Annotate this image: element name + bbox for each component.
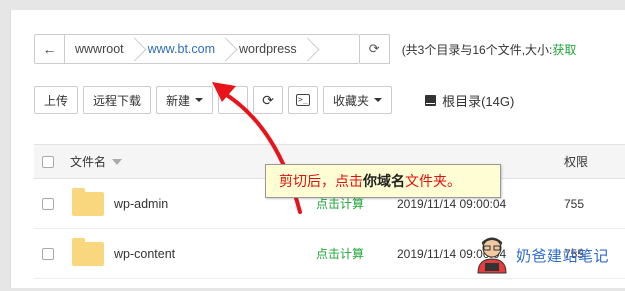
stats-text: (共3个目录与16个文件,大小: bbox=[401, 42, 553, 57]
column-permission[interactable]: 权限 bbox=[564, 153, 588, 170]
permission[interactable]: 755 bbox=[564, 197, 584, 211]
new-button-label: 新建 bbox=[166, 93, 191, 108]
directory-stats: (共3个目录与16个文件,大小:获取 bbox=[402, 41, 577, 58]
remote-download-button[interactable]: 远程下载 bbox=[83, 86, 152, 114]
up-level-button[interactable] bbox=[218, 86, 249, 114]
favorites-label: 收藏夹 bbox=[333, 93, 370, 108]
tooltip-text-2: 文件夹。 bbox=[405, 173, 461, 189]
column-filename-label: 文件名 bbox=[70, 155, 107, 169]
tooltip-text-domain: 你域名 bbox=[363, 173, 405, 189]
row-checkbox[interactable] bbox=[42, 247, 54, 260]
get-size-link[interactable]: 获取 bbox=[552, 43, 576, 57]
chevron-down-icon bbox=[374, 98, 383, 102]
file-name[interactable]: wp-admin bbox=[114, 197, 168, 211]
watermark-avatar-icon bbox=[477, 237, 507, 274]
breadcrumb-wwwroot[interactable]: wwwroot bbox=[65, 35, 138, 63]
breadcrumb-wordpress[interactable]: wordpress bbox=[229, 35, 311, 63]
breadcrumb-domain[interactable]: www.bt.com bbox=[138, 35, 229, 63]
new-button[interactable]: 新建 bbox=[156, 86, 214, 114]
breadcrumb: ← wwwroot www.bt.com wordpress bbox=[34, 34, 360, 64]
column-filename[interactable]: 文件名 bbox=[70, 153, 123, 170]
back-arrow-icon[interactable]: ← bbox=[35, 35, 65, 63]
select-all-checkbox[interactable] bbox=[42, 155, 54, 168]
modified-time: 2019/11/14 09:00:04 bbox=[397, 196, 507, 211]
hard-disk-icon bbox=[425, 94, 437, 106]
tooltip-text-1: 剪切后，点击 bbox=[279, 173, 363, 189]
refresh-button[interactable]: ⟳ bbox=[253, 86, 284, 114]
upload-button[interactable]: 上传 bbox=[34, 86, 79, 114]
folder-icon bbox=[72, 187, 104, 216]
folder-icon bbox=[72, 237, 104, 266]
toolbar: 上传 远程下载 新建 ⟳ >_ 收藏夹 根目录(14G) bbox=[34, 86, 514, 114]
disk-label: 根目录(14G) bbox=[442, 93, 515, 109]
terminal-icon: >_ bbox=[296, 94, 311, 106]
watermark: 奶爸建站笔记 bbox=[470, 233, 609, 277]
favorites-button[interactable]: 收藏夹 bbox=[323, 86, 393, 114]
instruction-tooltip: 剪切后，点击 你域名 文件夹。 bbox=[265, 164, 501, 198]
sort-down-icon bbox=[112, 158, 123, 165]
watermark-text: 奶爸建站笔记 bbox=[516, 247, 610, 265]
path-bar: ← wwwroot www.bt.com wordpress ⟳ (共3个目录与… bbox=[34, 34, 576, 64]
path-refresh-icon[interactable]: ⟳ bbox=[359, 34, 390, 64]
calculate-size-link[interactable]: 点击计算 bbox=[316, 245, 364, 262]
file-name[interactable]: wp-content bbox=[114, 247, 175, 261]
chevron-down-icon bbox=[195, 98, 204, 102]
refresh-icon: ⟳ bbox=[262, 91, 274, 108]
terminal-button[interactable]: >_ bbox=[288, 86, 319, 114]
disk-selector[interactable]: 根目录(14G) bbox=[425, 91, 514, 110]
row-checkbox[interactable] bbox=[42, 197, 54, 210]
